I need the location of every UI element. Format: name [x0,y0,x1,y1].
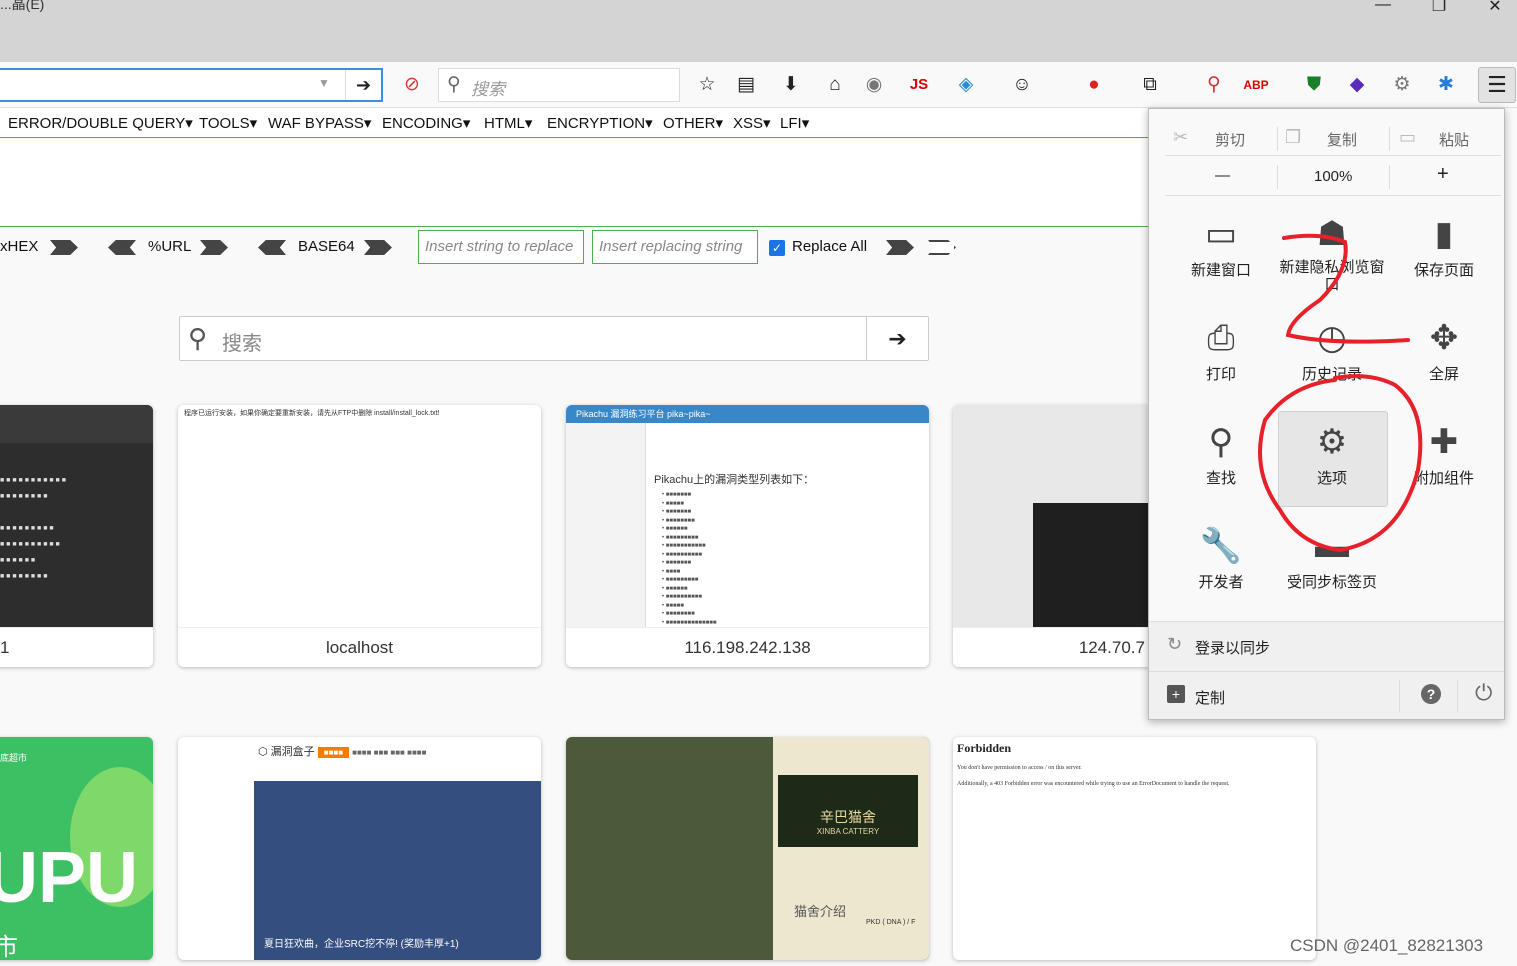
annotation-circle [1258,374,1423,553]
watermark: CSDN @2401_82821303 [1290,936,1484,955]
annotation-strike [1282,233,1410,344]
red-annotation-overlay [1258,233,1423,553]
